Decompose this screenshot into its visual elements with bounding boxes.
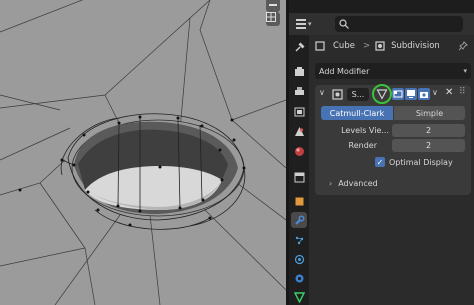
physics-orbit-icon: [294, 254, 304, 264]
output-tab[interactable]: [291, 83, 307, 99]
viewport-mesh-drawing: [0, 0, 286, 305]
properties-icon: [296, 19, 306, 29]
search-input[interactable]: [335, 16, 463, 32]
modifier-name-field[interactable]: S...: [347, 88, 369, 101]
collapse-chevron-icon[interactable]: ∨: [319, 88, 325, 97]
modifier-header: ∨ S... ∨ ✕ ⠿: [315, 84, 471, 104]
add-modifier-button[interactable]: Add Modifier ▾: [315, 63, 471, 79]
levels-viewport-value: 2: [425, 126, 432, 135]
properties-panel: Cube > Subdivision Add Modifier ▾ ∨ S...: [309, 35, 474, 305]
render-levels-value: 2: [425, 141, 432, 150]
properties-tab-column: [289, 35, 309, 305]
scene-cone-icon: [294, 126, 304, 136]
levels-viewport-label-wrap: Levels Vie...: [321, 123, 389, 137]
realtime-toggle[interactable]: [405, 88, 417, 100]
grid-icon: [266, 12, 276, 22]
breadcrumb-object: Cube: [333, 41, 355, 51]
particles-icon: [295, 236, 303, 244]
scene-tab[interactable]: [291, 123, 307, 139]
add-modifier-label: Add Modifier: [319, 66, 370, 76]
advanced-subpanel-header[interactable]: › Advanced: [329, 176, 378, 190]
render-label-wrap: Render: [321, 138, 377, 152]
chevron-right-icon: ›: [329, 178, 333, 188]
render-tab[interactable]: [291, 63, 307, 79]
wrench-icon: [294, 215, 304, 225]
editor-type-selector[interactable]: ▾: [295, 17, 317, 31]
catmull-clark-option[interactable]: Catmull-Clark: [321, 106, 393, 120]
chevron-down-icon: ▾: [308, 20, 312, 28]
drag-handle-icon[interactable]: ⠿: [459, 87, 466, 97]
search-icon: [339, 19, 349, 29]
edit-mode-icon: [393, 90, 403, 98]
breadcrumb-separator: >: [362, 41, 371, 51]
modifier-type-icon: [332, 89, 343, 100]
printer-icon: [294, 86, 304, 95]
image-stack-icon: [294, 107, 304, 116]
navigation-gizmo-button[interactable]: [266, 0, 280, 12]
modifier-square-icon: [375, 41, 385, 51]
breadcrumb: Cube > Subdivision: [309, 38, 474, 54]
toggle-camera-view-button[interactable]: [266, 12, 280, 26]
constraints-tab[interactable]: [291, 270, 307, 286]
highlight-circle-icon: [372, 84, 392, 104]
world-tab[interactable]: [291, 143, 307, 159]
subdivision-modifier-panel: ∨ S... ∨ ✕ ⠿ Catmull-Clark Simple Levels…: [315, 84, 471, 195]
levels-viewport-field[interactable]: 2: [392, 124, 465, 137]
modifier-name: S...: [351, 90, 365, 99]
edit-mode-toggle[interactable]: [392, 88, 404, 100]
wrench-screwdriver-icon: [295, 42, 304, 51]
optimal-display-label: Optimal Display: [389, 157, 453, 167]
object-square-icon: [315, 41, 325, 51]
collection-tab[interactable]: [291, 169, 307, 185]
constraint-icon: [295, 274, 303, 282]
pin-icon[interactable]: [458, 41, 468, 51]
extra-options-chevron-icon[interactable]: ∨: [432, 88, 438, 97]
view-layer-tab[interactable]: [291, 103, 307, 119]
modifier-tab[interactable]: [291, 212, 307, 228]
object-square-icon: [295, 197, 303, 205]
optimal-display-row[interactable]: ✓ Optimal Display: [375, 155, 453, 169]
render-toggle[interactable]: [418, 88, 430, 100]
monitor-icon: [407, 90, 415, 98]
close-icon[interactable]: ✕: [445, 87, 453, 98]
catmull-clark-label: Catmull-Clark: [329, 108, 385, 118]
camera-icon: [420, 92, 428, 98]
levels-viewport-label: Levels Vie...: [341, 125, 389, 135]
simple-option[interactable]: Simple: [394, 106, 465, 120]
particles-tab[interactable]: [291, 232, 307, 248]
properties-header: ▾: [289, 13, 474, 35]
hand-icon: [269, 4, 277, 6]
advanced-label: Advanced: [338, 178, 378, 188]
breadcrumb-modifier: Subdivision: [391, 41, 440, 51]
chevron-down-icon: ▾: [463, 67, 467, 75]
collection-box-icon: [294, 172, 304, 182]
simple-label: Simple: [415, 108, 444, 118]
mesh-triangle-icon: [293, 291, 305, 303]
render-label: Render: [348, 140, 377, 150]
object-tab[interactable]: [291, 193, 307, 209]
tool-tab[interactable]: [291, 39, 307, 55]
physics-tab[interactable]: [291, 251, 307, 267]
3d-viewport[interactable]: [0, 0, 286, 305]
optimal-display-checkbox[interactable]: ✓: [375, 157, 385, 167]
world-globe-icon: [294, 146, 304, 156]
data-tab[interactable]: [291, 289, 307, 305]
camera-back-icon: [294, 66, 304, 76]
render-levels-field[interactable]: 2: [392, 139, 465, 152]
